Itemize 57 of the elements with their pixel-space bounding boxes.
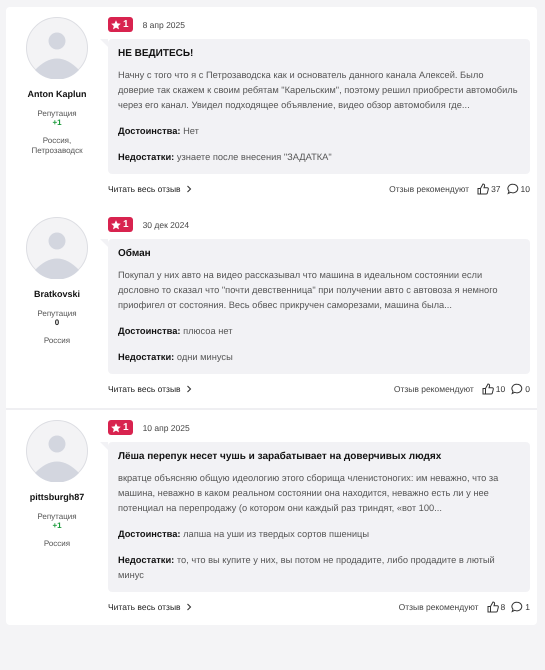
reputation-label: Репутация: [37, 512, 77, 521]
reputation-value: +1: [52, 521, 62, 530]
pros-text: Достоинства: Нет: [118, 125, 200, 138]
avatar-icon: [26, 420, 88, 482]
recommend-label: Отзыв рекомендуют: [398, 602, 479, 612]
review-title: НЕ ВЕДИТЕСЬ!: [118, 48, 194, 59]
cons-text: Недостатки: одни минусы: [118, 351, 234, 364]
rating-value: 1: [123, 422, 129, 433]
like-button[interactable]: 8: [486, 601, 506, 613]
thumbs-up-icon: [482, 383, 494, 395]
review-date: 30 дек 2024: [142, 220, 190, 230]
recommend-label: Отзыв рекомендуют: [389, 184, 470, 194]
avatar-icon: [26, 217, 88, 279]
reputation-value: +1: [52, 118, 62, 127]
comment-icon: [511, 601, 524, 613]
star-icon: [111, 422, 121, 432]
reputation-label: Репутация: [37, 109, 77, 118]
review-text: Покупал у них авто на видео рассказывал что машина в идеальном состоянии если дословно то сказал что "почти девственница" при получении авто с автовоза я немного приофигел от состояния. Весь обвес прикручен саморезами, машина была...: [118, 269, 499, 312]
chevron-icon: [186, 385, 192, 393]
location-text: Россия: [42, 539, 72, 549]
review-text: вкратце объясняю общую идеологию этого сборища членистоногих: им неважно, что за машина, неважно в каком реальном состоянии она находится, неважно есть ли у нее потенциал на перепродажу (о котором они каждый раз триндят, «вот 100...: [118, 472, 500, 515]
read-more-link[interactable]: Читать весь отзыв: [108, 184, 192, 194]
thumbs-up-icon: [486, 601, 499, 613]
chevron-icon: [186, 603, 192, 611]
cons-text: Недостатки: то, что вы купите у них, вы потом не продадите, либо продадите в лютый минус: [118, 554, 496, 582]
review-date: 8 апр 2025: [142, 20, 185, 30]
location-text: Россия: [42, 336, 72, 346]
comment-icon: [511, 383, 524, 395]
reputation-label: Репутация: [37, 309, 77, 318]
comments-button[interactable]: 1: [511, 601, 530, 613]
review-title: Обман: [118, 248, 152, 259]
comments-button[interactable]: 0: [511, 383, 530, 395]
read-more-link[interactable]: Читать весь отзыв: [108, 602, 192, 612]
like-button[interactable]: 37: [477, 183, 501, 195]
comments-button[interactable]: 10: [506, 183, 530, 195]
star-icon: [111, 220, 121, 230]
rating-value: 1: [123, 219, 129, 230]
star-icon: [111, 20, 121, 30]
comment-icon: [506, 183, 519, 195]
author-name[interactable]: Anton Kaplun: [28, 89, 86, 99]
review-title: Лёша перепук несет чушь и зарабатывает на доверчивых людях: [118, 451, 442, 462]
thumbs-up-icon: [477, 183, 490, 195]
chevron-icon: [186, 185, 192, 193]
avatar-icon: [26, 17, 88, 79]
rating-value: 1: [123, 19, 129, 30]
recommend-label: Отзыв рекомендуют: [394, 384, 474, 394]
author-name[interactable]: Bratkovski: [34, 289, 80, 299]
review-date: 10 апр 2025: [142, 422, 190, 432]
author-name[interactable]: pittsburgh87: [30, 492, 84, 502]
pros-text: Достоинства: лапша на уши из твердых сортов пшеницы: [118, 528, 370, 541]
review-text: Начну с того что я с Петрозаводска как и основатель данного канала Алексей. Было доверие так скажем к своим ребятам "Карельским", поэтому решил приобрести автомобиль через его канал. Увидел подходящее объявление, видео обзор автомобиля где...: [118, 69, 519, 112]
reputation-value: 0: [54, 318, 60, 327]
pros-text: Достоинства: плюсоа нет: [118, 325, 234, 338]
cons-text: Недостатки: узнаете после внесения "ЗАДАТКА": [118, 151, 333, 164]
location-text: Россия, Петрозаводск: [30, 136, 84, 156]
like-button[interactable]: 10: [482, 383, 506, 395]
read-more-link[interactable]: Читать весь отзыв: [108, 384, 192, 394]
